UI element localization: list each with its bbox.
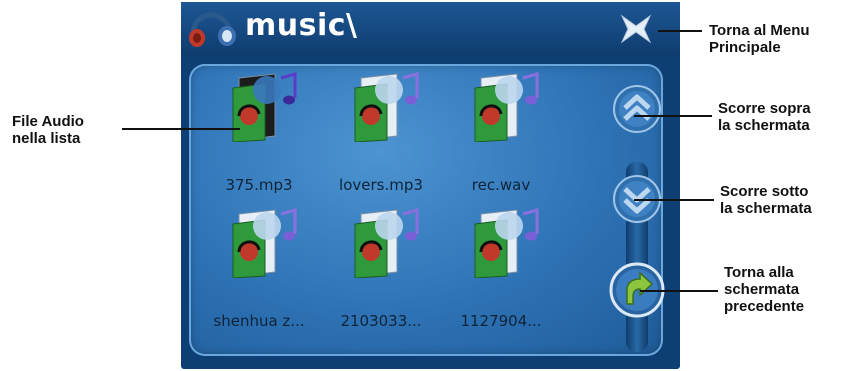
callout-main-menu: Torna al Menu Principale [709,22,810,56]
callout-back-line3: precedente [724,298,805,315]
leader-line-file-list [122,128,240,130]
audio-file-icon [232,72,297,142]
audio-file-icon [474,72,539,142]
scroll-up-button[interactable] [612,84,662,134]
audio-file-icon [354,72,419,142]
file-item[interactable]: shenhua z... [201,208,317,338]
callout-file-list-line2: nella lista [12,130,81,147]
music-browser-screen: music\ 375.mp3 lovers.mp3 rec.wav shenhua z… [181,2,680,369]
callout-back-line2: schermata [724,281,800,298]
file-name: rec.wav [471,176,531,194]
audio-file-icon [232,208,297,278]
file-list-panel: 375.mp3 lovers.mp3 rec.wav shenhua z... 2103… [189,64,665,356]
file-item[interactable]: rec.wav [443,72,559,202]
file-name: 2103033... [340,312,422,330]
callout-scroll-down-line1: Scorre sotto [720,183,809,200]
callout-scroll-down: Scorre sotto la schermata [720,183,812,217]
file-name: 375.mp3 [225,176,293,194]
file-name: lovers.mp3 [339,176,423,194]
callout-scroll-down-line2: la schermata [720,200,812,217]
audio-file-icon [474,208,539,278]
callout-main-menu-line1: Torna al Menu [709,22,810,39]
leader-line-main-menu [658,30,702,32]
callout-file-list: File Audio nella lista [12,113,84,147]
file-name: 1127904... [460,312,542,330]
callout-back-line1: Torna alla [724,264,794,281]
file-grid: 375.mp3 lovers.mp3 rec.wav shenhua z... 2103… [201,72,601,352]
leader-line-scroll-up [634,115,712,117]
headphones-icon [189,12,236,47]
file-item[interactable]: 2103033... [323,208,439,338]
leader-line-scroll-down [634,199,714,201]
title-bar: music\ [181,2,680,56]
leader-line-back [640,290,718,292]
file-name: shenhua z... [213,312,305,330]
file-item[interactable]: 375.mp3 [201,72,317,202]
file-item[interactable]: lovers.mp3 [323,72,439,202]
close-icon[interactable] [618,12,654,46]
callout-main-menu-line2: Principale [709,39,781,56]
file-item[interactable]: 1127904... [443,208,559,338]
callout-file-list-line1: File Audio [12,113,84,130]
folder-path-title: music\ [245,8,358,43]
callout-scroll-up: Scorre sopra la schermata [718,100,811,134]
callout-scroll-up-line2: la schermata [718,117,810,134]
callout-scroll-up-line1: Scorre sopra [718,100,811,117]
callout-back: Torna alla schermata precedente [724,264,804,315]
audio-file-icon [354,208,419,278]
